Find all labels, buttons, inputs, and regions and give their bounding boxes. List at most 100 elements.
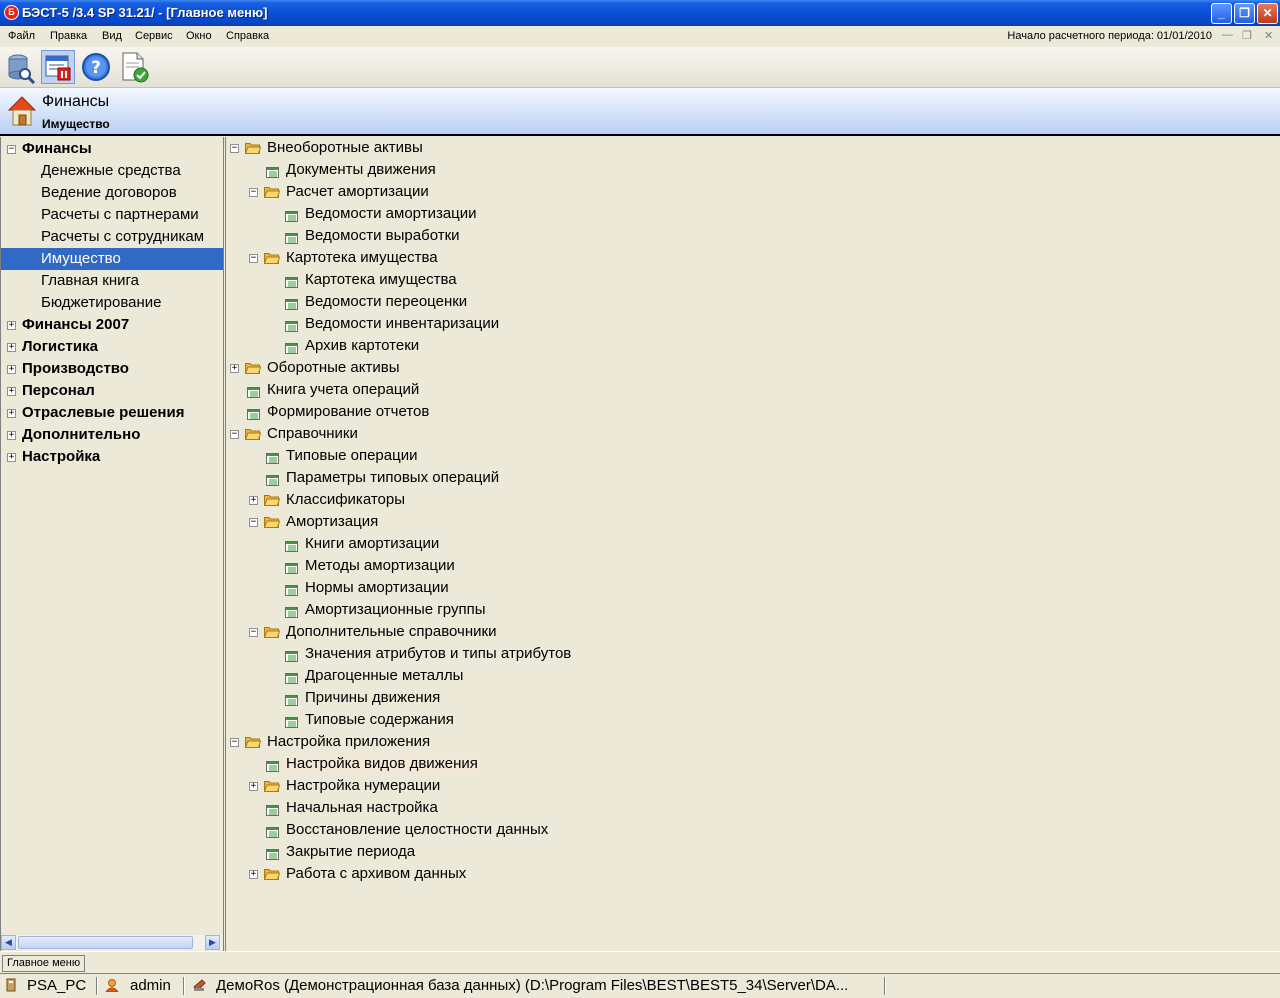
function-tree-item[interactable]: Типовые операции — [226, 445, 1276, 467]
collapse-icon[interactable]: − — [249, 254, 258, 263]
module-tree-item[interactable]: + Отраслевые решения — [1, 402, 223, 424]
function-tree-item[interactable]: Картотека имущества — [226, 269, 1276, 291]
function-tree-folder[interactable]: + Работа с архивом данных — [226, 863, 1276, 885]
collapse-icon[interactable]: − — [230, 738, 239, 747]
function-tree-folder[interactable]: + Оборотные активы — [226, 357, 1276, 379]
function-tree-folder[interactable]: − Амортизация — [226, 511, 1276, 533]
function-tree-item[interactable]: Архив картотеки — [226, 335, 1276, 357]
function-tree-item-label: Драгоценные металлы — [305, 667, 464, 684]
function-tree-folder[interactable]: − Расчет амортизации — [226, 181, 1276, 203]
module-tree-hscrollbar[interactable]: ◀ ▶ — [1, 935, 222, 950]
menu-window[interactable]: Окно — [186, 30, 212, 42]
function-tree-folder[interactable]: − Дополнительные справочники — [226, 621, 1276, 643]
document-list-icon — [285, 209, 298, 222]
module-tree-item[interactable]: + Производство — [1, 358, 223, 380]
expand-icon[interactable]: + — [7, 431, 16, 440]
function-tree-item[interactable]: Значения атрибутов и типы атрибутов — [226, 643, 1276, 665]
help-icon: ? — [82, 53, 110, 81]
function-tree-item[interactable]: Ведомости выработки — [226, 225, 1276, 247]
module-tree-item[interactable]: Имущество — [1, 248, 223, 270]
function-tree-folder[interactable]: − Справочники — [226, 423, 1276, 445]
window-status-text[interactable]: Главное меню — [2, 955, 86, 972]
function-tree-item[interactable]: Настройка видов движения — [226, 753, 1276, 775]
module-tree-item[interactable]: Ведение договоров — [1, 182, 223, 204]
function-tree-item[interactable]: Параметры типовых операций — [226, 467, 1276, 489]
menu-help[interactable]: Справка — [226, 30, 269, 42]
function-tree-folder[interactable]: − Внеоборотные активы — [226, 137, 1276, 159]
function-tree-item[interactable]: Формирование отчетов — [226, 401, 1276, 423]
help-button[interactable]: ? — [79, 50, 113, 84]
title-bar[interactable]: Б БЭСТ-5 /3.4 SP 31.21/ - [Главное меню]… — [0, 0, 1280, 26]
module-tree-item[interactable]: + Логистика — [1, 336, 223, 358]
module-tree-item[interactable]: − Финансы — [1, 138, 223, 160]
expand-icon[interactable]: + — [7, 343, 16, 352]
function-tree-item[interactable]: Ведомости переоценки — [226, 291, 1276, 313]
collapse-icon[interactable]: − — [249, 518, 258, 527]
function-tree-item[interactable]: Нормы амортизации — [226, 577, 1276, 599]
expand-icon[interactable]: + — [7, 409, 16, 418]
function-tree-item[interactable]: Закрытие периода — [226, 841, 1276, 863]
scroll-left-button[interactable]: ◀ — [1, 935, 16, 950]
function-tree-item[interactable]: Методы амортизации — [226, 555, 1276, 577]
expand-icon[interactable]: + — [249, 870, 258, 879]
collapse-icon[interactable]: − — [249, 188, 258, 197]
function-tree-folder[interactable]: − Настройка приложения — [226, 731, 1276, 753]
module-tree-item[interactable]: Расчеты с сотрудникам — [1, 226, 223, 248]
module-tree-item[interactable]: + Дополнительно — [1, 424, 223, 446]
expand-icon[interactable]: + — [7, 387, 16, 396]
function-tree-item-label: Настройка приложения — [267, 733, 431, 750]
collapse-icon[interactable]: − — [230, 430, 239, 439]
expand-icon[interactable]: + — [249, 782, 258, 791]
mdi-restore-button[interactable]: ❐ — [1242, 29, 1252, 42]
maximize-button[interactable]: ❐ — [1234, 3, 1255, 24]
collapse-icon[interactable]: − — [7, 145, 16, 154]
module-tree-item[interactable]: Бюджетирование — [1, 292, 223, 314]
function-tree-item-label: Картотека имущества — [286, 249, 438, 266]
app-icon[interactable]: Б — [4, 5, 19, 20]
module-tree-item[interactable]: Главная книга — [1, 270, 223, 292]
minimize-button[interactable]: _ — [1211, 3, 1232, 24]
module-tree-item[interactable]: + Финансы 2007 — [1, 314, 223, 336]
expand-icon[interactable]: + — [249, 496, 258, 505]
function-tree-item[interactable]: Типовые содержания — [226, 709, 1276, 731]
module-tree-item[interactable]: + Персонал — [1, 380, 223, 402]
document-list-icon — [285, 319, 298, 332]
expand-icon[interactable]: + — [7, 453, 16, 462]
menu-file[interactable]: Файл — [8, 30, 35, 42]
function-tree-item[interactable]: Восстановление целостности данных — [226, 819, 1276, 841]
function-tree-item[interactable]: Ведомости амортизации — [226, 203, 1276, 225]
function-tree-item[interactable]: Книги амортизации — [226, 533, 1276, 555]
function-tree-item[interactable]: Книга учета операций — [226, 379, 1276, 401]
function-tree-item[interactable]: Документы движения — [226, 159, 1276, 181]
expand-icon[interactable]: + — [7, 321, 16, 330]
function-tree-item[interactable]: Драгоценные металлы — [226, 665, 1276, 687]
database-search-button[interactable] — [3, 50, 37, 85]
mdi-minimize-button[interactable]: — — [1222, 29, 1233, 41]
menu-edit[interactable]: Правка — [50, 30, 87, 42]
menu-view[interactable]: Вид — [102, 30, 122, 42]
function-tree-item[interactable]: Ведомости инвентаризации — [226, 313, 1276, 335]
function-tree-item[interactable]: Начальная настройка — [226, 797, 1276, 819]
module-tree-item[interactable]: + Настройка — [1, 446, 223, 468]
module-tree-item[interactable]: Денежные средства — [1, 160, 223, 182]
function-tree-item-label: Амортизационные группы — [305, 601, 486, 618]
function-tree-folder[interactable]: − Картотека имущества — [226, 247, 1276, 269]
document-check-button[interactable] — [117, 50, 151, 84]
function-tree-folder[interactable]: + Классификаторы — [226, 489, 1276, 511]
function-tree-folder[interactable]: + Настройка нумерации — [226, 775, 1276, 797]
function-tree-item-label: Закрытие периода — [286, 843, 416, 860]
function-tree-item-label: Ведомости переоценки — [305, 293, 468, 310]
mdi-close-button[interactable]: ✕ — [1264, 29, 1273, 42]
expand-icon[interactable]: + — [7, 365, 16, 374]
module-tree-item[interactable]: Расчеты с партнерами — [1, 204, 223, 226]
collapse-icon[interactable]: − — [249, 628, 258, 637]
scroll-thumb[interactable] — [18, 936, 193, 949]
scroll-right-button[interactable]: ▶ — [205, 935, 220, 950]
close-button[interactable]: ✕ — [1257, 3, 1278, 24]
function-tree-item[interactable]: Амортизационные группы — [226, 599, 1276, 621]
main-menu-button[interactable] — [41, 50, 75, 84]
expand-icon[interactable]: + — [230, 364, 239, 373]
function-tree-item[interactable]: Причины движения — [226, 687, 1276, 709]
collapse-icon[interactable]: − — [230, 144, 239, 153]
menu-service[interactable]: Сервис — [135, 30, 173, 42]
